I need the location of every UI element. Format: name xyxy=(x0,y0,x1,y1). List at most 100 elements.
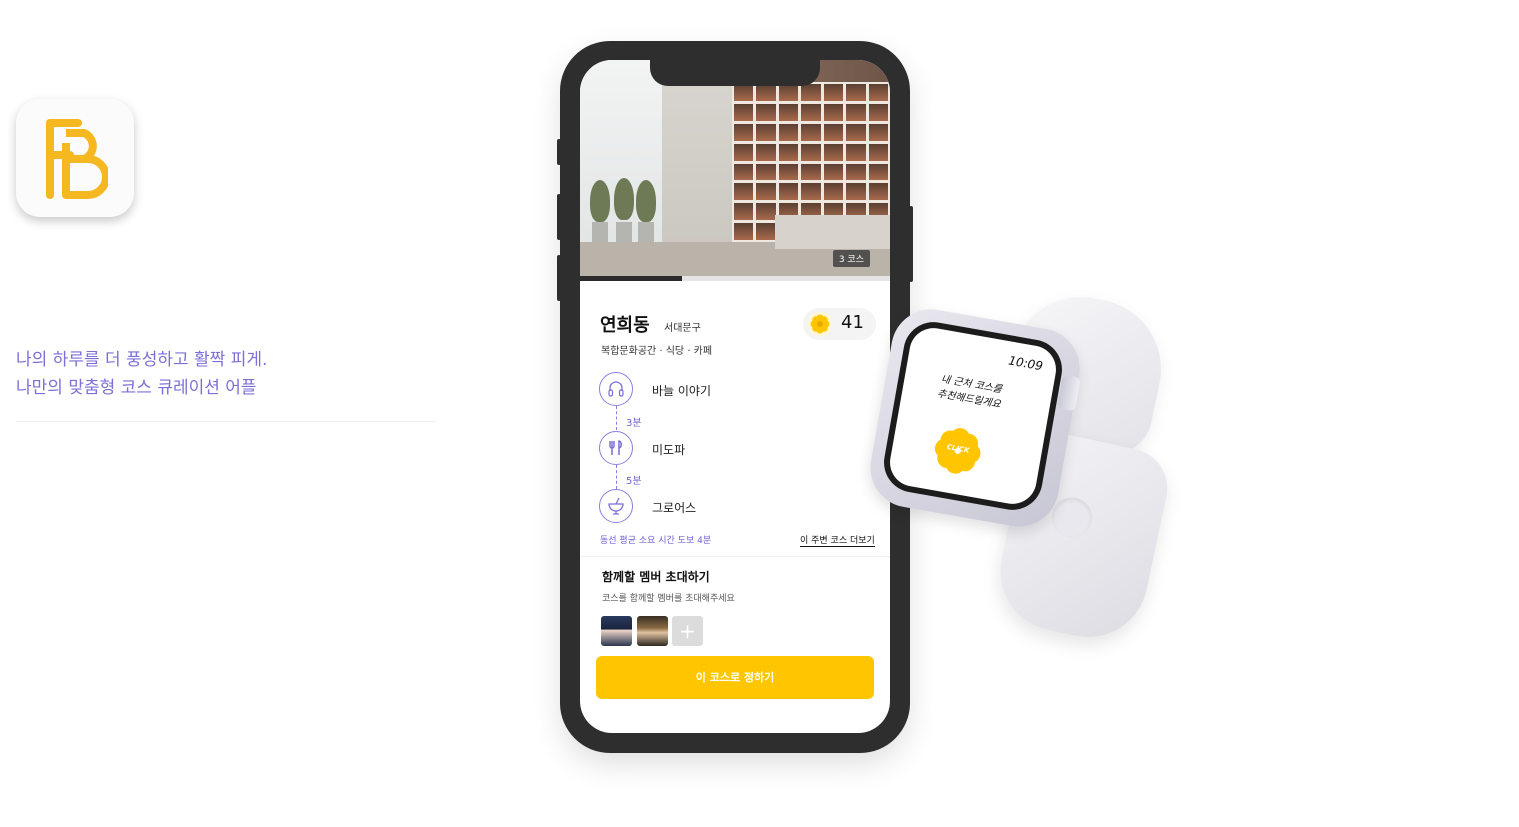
shelf-cell xyxy=(868,143,888,161)
shelf-cell xyxy=(868,183,888,201)
plant xyxy=(636,180,656,222)
mute-switch xyxy=(557,139,561,165)
stop-label-3[interactable]: 그로어스 xyxy=(652,499,696,516)
shelf-cell xyxy=(778,123,799,141)
watch-screen: 10:09 내 근처 코스를 추천해드릴게요 CLICK xyxy=(879,317,1067,515)
watch-click-button[interactable]: CLICK xyxy=(929,422,987,480)
power-button xyxy=(909,206,913,282)
hero-progress-fill xyxy=(580,276,683,281)
shelf-cell xyxy=(756,103,776,121)
route-connector xyxy=(616,406,617,430)
shelf-cell xyxy=(801,143,821,161)
shelf-cell xyxy=(846,183,866,201)
hero-counter xyxy=(775,215,890,249)
shelf-cell xyxy=(823,163,844,181)
shelf-cell xyxy=(734,143,754,161)
phone-notch xyxy=(650,60,820,86)
shelf-cell xyxy=(801,123,821,141)
watch-time: 10:09 xyxy=(1007,353,1044,374)
shelf-cell xyxy=(778,103,799,121)
member-avatar[interactable] xyxy=(601,616,632,646)
shelf-cell xyxy=(734,163,754,181)
route-summary: 동선 평균 소요 시간 도보 4분 xyxy=(600,536,712,546)
like-count: 41 xyxy=(841,312,864,333)
shelf-cell xyxy=(734,123,754,141)
select-course-button[interactable]: 이 코스로 정하기 xyxy=(596,656,874,699)
member-avatar[interactable] xyxy=(637,616,668,646)
shelf-cell xyxy=(734,203,754,221)
more-courses-link[interactable]: 이 주변 코스 더보기 xyxy=(800,533,875,547)
place-district: 서대문구 xyxy=(664,323,701,334)
tagline-line-1: 나의 하루를 더 풍성하고 활짝 피게. xyxy=(16,350,268,370)
shelf-cell xyxy=(823,143,844,161)
shelf-cell xyxy=(756,143,776,161)
hero-image[interactable]: 3 코스 xyxy=(580,60,890,276)
shelf-cell xyxy=(778,183,799,201)
shelf-cell xyxy=(734,103,754,121)
shelf-cell xyxy=(734,84,754,101)
shelf-cell xyxy=(734,223,754,240)
watch-message: 내 근처 코스를 추천해드릴게요 xyxy=(913,368,1027,417)
pot xyxy=(592,222,608,242)
stop-label-1[interactable]: 바늘 이야기 xyxy=(652,382,711,399)
shelf-cell xyxy=(756,163,776,181)
pot xyxy=(638,222,654,242)
shelf-cell xyxy=(846,143,866,161)
stop-label-2[interactable]: 미도파 xyxy=(652,441,685,458)
shelf-cell xyxy=(823,84,844,101)
volume-down-button xyxy=(557,255,561,301)
add-member-button[interactable]: + xyxy=(672,616,703,646)
shelf-cell xyxy=(846,84,866,101)
shelf-cell xyxy=(756,84,776,101)
place-categories: 복합문화공간 · 식당 · 카페 xyxy=(601,346,713,357)
plant xyxy=(590,180,610,222)
headphones-icon xyxy=(599,372,633,406)
bloom-logo-mark xyxy=(46,119,108,199)
like-counter[interactable]: 41 xyxy=(803,308,876,340)
volume-up-button xyxy=(557,194,561,240)
shelf-cell xyxy=(734,183,754,201)
invite-title: 함께할 멤버 초대하기 xyxy=(602,570,710,584)
hero-progress-track xyxy=(580,276,890,281)
shelf-cell xyxy=(823,103,844,121)
walk-time-1: 3분 xyxy=(626,418,642,429)
fork-knife-icon xyxy=(599,431,633,465)
app-logo-icon xyxy=(16,99,134,217)
invite-subtitle: 코스를 함께할 멤버를 초대해주세요 xyxy=(602,594,735,604)
phone-mockup: 3 코스 연희동 서대문구 복합문화공간 · 식당 · 카페 41 바늘 이야기… xyxy=(557,41,913,753)
shelf-cell xyxy=(846,163,866,181)
shelf-cell xyxy=(823,123,844,141)
shelf-cell xyxy=(846,123,866,141)
place-name: 연희동 xyxy=(600,315,650,336)
tagline-line-2: 나만의 맞춤형 코스 큐레이션 어플 xyxy=(16,378,257,398)
shelf-cell xyxy=(823,183,844,201)
divider xyxy=(16,421,436,422)
plant xyxy=(614,178,634,220)
cocktail-icon xyxy=(599,489,633,523)
tagline: 나의 하루를 더 풍성하고 활짝 피게. 나만의 맞춤형 코스 큐레이션 어플 xyxy=(16,346,267,402)
route-connector xyxy=(616,465,617,489)
shelf-cell xyxy=(801,103,821,121)
section-divider xyxy=(580,556,890,557)
walk-time-2: 5분 xyxy=(626,476,642,487)
watch-display: 10:09 내 근처 코스를 추천해드릴게요 CLICK xyxy=(886,324,1060,508)
course-count-badge: 3 코스 xyxy=(832,250,870,267)
shelf-cell xyxy=(756,223,776,240)
shelf-cell xyxy=(756,183,776,201)
shelf-cell xyxy=(801,183,821,201)
flower-icon xyxy=(808,312,832,336)
shelf-cell xyxy=(778,143,799,161)
shelf-cell xyxy=(801,84,821,101)
phone-screen: 3 코스 연희동 서대문구 복합문화공간 · 식당 · 카페 41 바늘 이야기… xyxy=(580,60,890,733)
shelf-cell xyxy=(868,103,888,121)
shelf-cell xyxy=(801,163,821,181)
pot xyxy=(616,222,632,242)
shelf-cell xyxy=(846,103,866,121)
shelf-cell xyxy=(756,123,776,141)
shelf-cell xyxy=(868,163,888,181)
shelf-cell xyxy=(868,84,888,101)
shelf-cell xyxy=(778,84,799,101)
shelf-cell xyxy=(756,203,776,221)
shelf-cell xyxy=(778,163,799,181)
shelf-cell xyxy=(868,123,888,141)
